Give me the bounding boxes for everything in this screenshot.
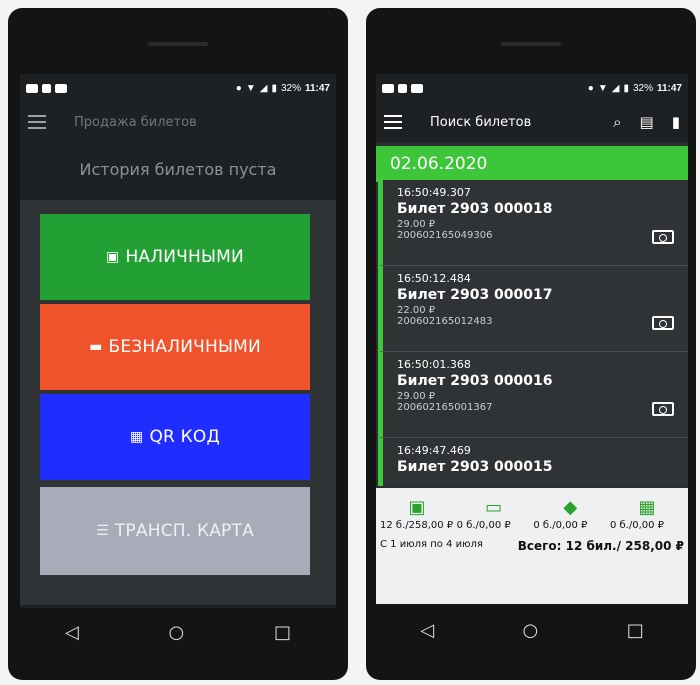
card-icon [411,83,423,93]
battery-icon: ▮ [623,82,629,94]
ticket-price: 22.00 ₽ [397,305,436,316]
bus-icon [26,83,38,93]
ticket-code: 200602165049306 [397,230,493,241]
ticket-time: 16:50:12.484 [397,272,471,285]
total-label: Всего: 12 бил./ 258,00 ₽ [517,539,684,553]
summary-value: 12 б./258,00 ₽ [380,520,454,531]
home-icon[interactable]: ○ [169,622,185,643]
ticket-item[interactable]: 16:50:01.368 Билет 2903 000016 29.00 ₽ 2… [378,352,688,438]
battery-level: 32% [632,82,653,94]
app-bar: Продажа билетов [20,102,336,142]
navigation-bar: ◁ ○ □ [20,608,336,656]
navigation-bar: ◁ ○ □ [376,604,688,656]
battery-level: 32% [280,82,301,94]
left-screen: ● ▼ ◢ ▮ 32% 11:47 Продажа билетов Истори… [20,74,336,656]
ticket-icon: ◆ [563,496,578,518]
bus-icon [382,83,394,93]
app-bar: Поиск билетов ⌕ ▤ ▮ [376,102,688,142]
page-title: Поиск билетов [430,114,532,130]
home-icon[interactable]: ○ [523,620,539,641]
menu-icon[interactable] [28,115,46,129]
qr-code-button-label: QR КОД [149,427,220,447]
ticket-item[interactable]: 16:49:47.469 Билет 2903 000015 [378,438,688,486]
location-icon: ● [587,82,594,94]
status-bar: ● ▼ ◢ ▮ 32% 11:47 [20,74,336,102]
list-icon: ☰ [96,523,109,539]
ticket-item[interactable]: 16:50:49.307 Билет 2903 000018 29.00 ₽ 2… [378,180,688,266]
printer-icon [398,83,407,93]
cashless-button-label: БЕЗНАЛИЧНЫМИ [108,337,261,357]
speaker [148,42,208,46]
wifi-icon: ▼ [245,82,256,94]
payment-panel: ▣ НАЛИЧНЫМИ ▬ БЕЗНАЛИЧНЫМИ ▦ QR КОД ☰ ТР… [20,200,336,605]
credit-card-icon: ▬ [89,339,103,355]
calendar-search-icon[interactable]: ▤ [640,113,654,131]
card-icon [55,83,67,93]
summary-panel: ▣ 12 б./258,00 ₽ ▭ 0 б./0,00 ₽ ◆ 0 б./0,… [376,488,688,604]
location-icon: ● [235,82,242,94]
battery-icon: ▮ [271,82,277,94]
cash-button-label: НАЛИЧНЫМИ [125,247,244,267]
ticket-price: 29.00 ₽ [397,219,436,230]
printer-icon [42,83,51,93]
summary-value: 0 б./0,00 ₽ [609,520,665,531]
left-phone: ● ▼ ◢ ▮ 32% 11:47 Продажа билетов Истори… [8,8,348,680]
menu-icon[interactable] [384,115,402,129]
cash-icon [652,402,674,416]
ticket-time: 16:50:49.307 [397,186,471,199]
cash-icon: ▣ [106,249,120,265]
credit-card-icon: ▭ [485,496,503,518]
signal-icon: ◢ [259,82,268,94]
recent-apps-icon[interactable]: □ [627,620,644,641]
summary-value: 0 б./0,00 ₽ [456,520,511,531]
cash-icon [652,316,674,330]
speaker [501,42,561,46]
right-screen: ● ▼ ◢ ▮ 32% 11:47 Поиск билетов ⌕ ▤ ▮ 02… [376,74,688,656]
signal-icon: ◢ [611,82,620,94]
ticket-time: 16:50:01.368 [397,358,471,371]
ticket-list[interactable]: 16:50:49.307 Билет 2903 000018 29.00 ₽ 2… [376,180,688,486]
wifi-icon: ▼ [597,82,608,94]
page-title: Продажа билетов [74,114,197,130]
ticket-title: Билет 2903 000016 [397,373,553,389]
right-phone: ● ▼ ◢ ▮ 32% 11:47 Поиск билетов ⌕ ▤ ▮ 02… [366,8,696,680]
qr-code-icon: ▦ [638,496,656,518]
ticket-code: 200602165001367 [397,402,493,413]
status-bar: ● ▼ ◢ ▮ 32% 11:47 [376,74,688,102]
summary-transport: ◆ 0 б./0,00 ₽ [533,494,607,532]
ticket-price: 29.00 ₽ [397,391,436,402]
back-icon[interactable]: ◁ [65,622,79,643]
cashless-button[interactable]: ▬ БЕЗНАЛИЧНЫМИ [40,304,310,390]
empty-history-message: История билетов пуста [79,160,277,179]
ticket-title: Билет 2903 000018 [397,201,553,217]
ticket-time: 16:49:47.469 [397,444,471,457]
qr-code-button[interactable]: ▦ QR КОД [40,394,310,480]
back-icon[interactable]: ◁ [420,620,434,641]
qr-code-icon: ▦ [130,429,144,445]
date-header: 02.06.2020 [376,146,688,182]
transport-card-button[interactable]: ☰ ТРАНСП. КАРТА [40,487,310,575]
cash-button[interactable]: ▣ НАЛИЧНЫМИ [40,214,310,300]
clock: 11:47 [656,82,682,94]
ticket-title: Билет 2903 000015 [397,459,553,475]
summary-cash: ▣ 12 б./258,00 ₽ [380,494,454,532]
period-label: С 1 июля по 4 июля [380,539,483,550]
search-icon[interactable]: ⌕ [613,113,621,131]
summary-value: 0 б./0,00 ₽ [533,520,588,531]
ticket-title: Билет 2903 000017 [397,287,553,303]
delete-icon[interactable]: ▮ [672,113,680,131]
summary-qr: ▦ 0 б./0,00 ₽ [609,494,684,532]
ticket-item[interactable]: 16:50:12.484 Билет 2903 000017 22.00 ₽ 2… [378,266,688,352]
transport-card-button-label: ТРАНСП. КАРТА [114,521,254,541]
ticket-code: 200602165012483 [397,316,493,327]
cash-icon: ▣ [408,496,426,518]
clock: 11:47 [304,82,330,94]
cash-icon [652,230,674,244]
recent-apps-icon[interactable]: □ [274,622,291,643]
summary-card: ▭ 0 б./0,00 ₽ [456,494,531,532]
